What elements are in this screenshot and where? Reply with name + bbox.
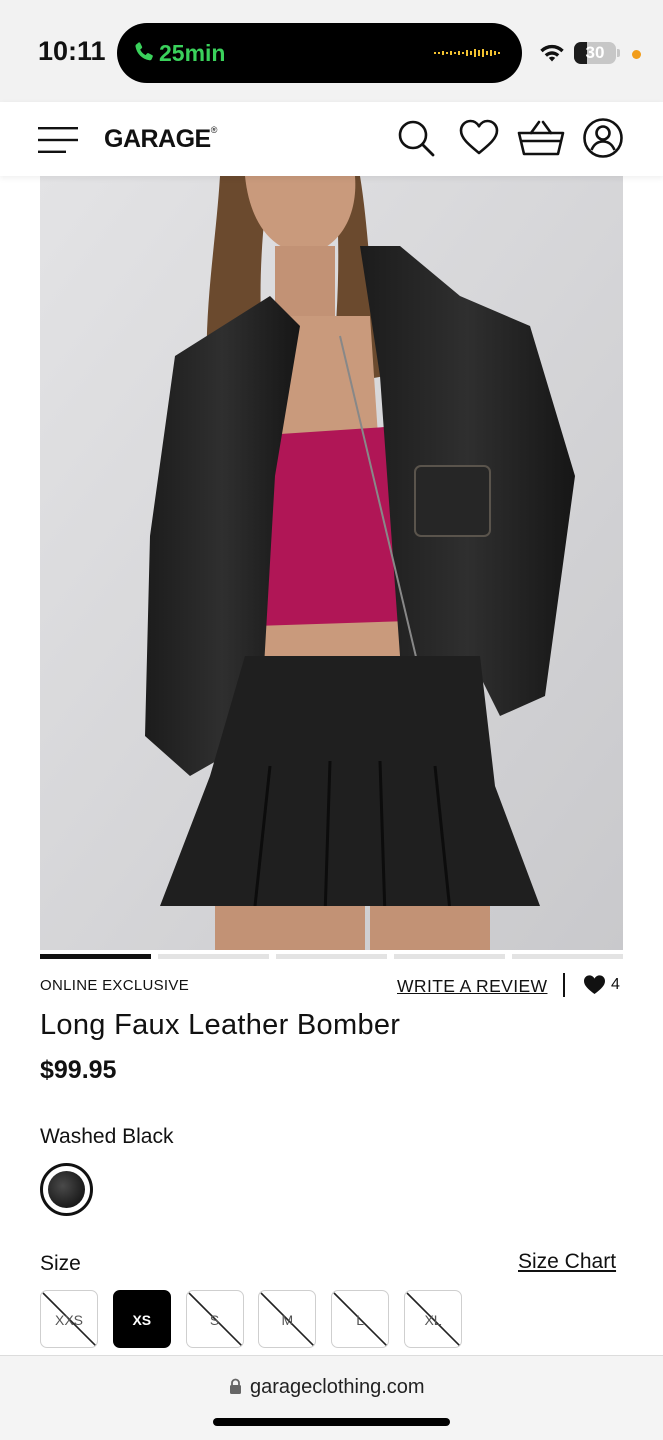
size-option-label: XXS [54, 1312, 83, 1328]
size-option-label: S [209, 1312, 220, 1328]
size-option-label: L [356, 1312, 365, 1328]
product-title: Long Faux Leather Bomber [40, 1009, 401, 1041]
battery-cap [617, 49, 620, 57]
menu-icon[interactable] [38, 124, 82, 156]
account-icon[interactable] [582, 117, 624, 159]
heart-filled-icon[interactable] [583, 974, 606, 995]
color-name: Washed Black [40, 1125, 174, 1148]
lock-icon [230, 1378, 241, 1394]
size-option-label: XS [132, 1312, 152, 1328]
write-review-link[interactable]: WRITE A REVIEW [397, 976, 547, 997]
product-price: $99.95 [40, 1056, 117, 1084]
exclusive-badge: ONLINE EXCLUSIVE [40, 977, 190, 994]
size-option-label: M [281, 1312, 294, 1328]
search-icon[interactable] [395, 117, 437, 159]
size-option-xs[interactable]: XS [112, 1290, 171, 1348]
garage-logo[interactable]: GARAGE® [104, 125, 217, 154]
carousel-segment[interactable] [40, 954, 151, 959]
site-header: GARAGE® [0, 102, 663, 176]
basket-icon[interactable] [517, 117, 565, 159]
phone-icon [135, 42, 153, 61]
home-indicator[interactable] [213, 1418, 450, 1426]
size-option-m[interactable]: M [258, 1290, 317, 1348]
size-option-label: XL [424, 1312, 442, 1328]
wifi-icon [540, 44, 564, 62]
product-image[interactable] [40, 176, 623, 950]
product-photo [40, 176, 623, 950]
carousel-segment[interactable] [158, 954, 269, 959]
audio-wave-icon [434, 49, 500, 57]
registered-mark: ® [210, 125, 218, 135]
size-label: Size [40, 1252, 81, 1275]
carousel-segment[interactable] [512, 954, 623, 959]
status-bar: 10:11 25min 30 [0, 0, 663, 102]
size-option-s[interactable]: S [185, 1290, 244, 1348]
carousel-segment[interactable] [394, 954, 505, 959]
status-time: 10:11 [38, 36, 106, 66]
size-option-xxs[interactable]: XXS [40, 1290, 98, 1348]
dynamic-island-call[interactable]: 25min [117, 23, 522, 83]
image-carousel-indicator [40, 954, 623, 959]
size-chart-link[interactable]: Size Chart [518, 1250, 616, 1274]
swatch-color [48, 1171, 85, 1208]
browser-address-bar[interactable]: garageclothing.com [0, 1355, 663, 1440]
logo-text: GARAGE [104, 125, 211, 153]
divider [563, 973, 565, 997]
size-option-xl[interactable]: XL [404, 1290, 462, 1348]
privacy-indicator [632, 50, 641, 59]
size-option-l[interactable]: L [331, 1290, 390, 1348]
favorites-count: 4 [611, 976, 620, 993]
battery-icon: 30 [574, 42, 616, 64]
color-swatch-selected[interactable] [40, 1163, 93, 1216]
url-text: garageclothing.com [250, 1376, 425, 1398]
carousel-segment[interactable] [276, 954, 387, 959]
heart-icon[interactable] [458, 117, 500, 159]
battery-level: 30 [585, 43, 605, 62]
call-duration: 25min [159, 40, 226, 66]
